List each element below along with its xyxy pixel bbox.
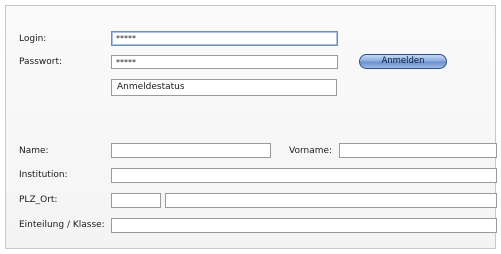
vorname-input[interactable]: [339, 143, 497, 158]
vorname-label: Vorname:: [289, 146, 333, 156]
einteilung-klasse-input[interactable]: [111, 218, 497, 233]
institution-label: Institution:: [19, 170, 68, 180]
plz-ort-label: PLZ_Ort:: [19, 195, 58, 205]
plz-input[interactable]: [111, 193, 161, 208]
einteilung-klasse-label: Einteilung / Klasse:: [19, 220, 105, 230]
login-button[interactable]: Anmelden: [359, 54, 447, 69]
login-label: Login:: [19, 34, 47, 44]
ort-input[interactable]: [165, 193, 497, 208]
login-status-box: Anmeldestatus: [111, 79, 337, 96]
login-input[interactable]: *****: [111, 31, 338, 46]
name-label: Name:: [19, 146, 49, 156]
password-label: Passwort:: [19, 57, 63, 67]
institution-input[interactable]: [111, 168, 497, 183]
password-input[interactable]: *****: [111, 55, 338, 69]
name-input[interactable]: [111, 143, 271, 158]
